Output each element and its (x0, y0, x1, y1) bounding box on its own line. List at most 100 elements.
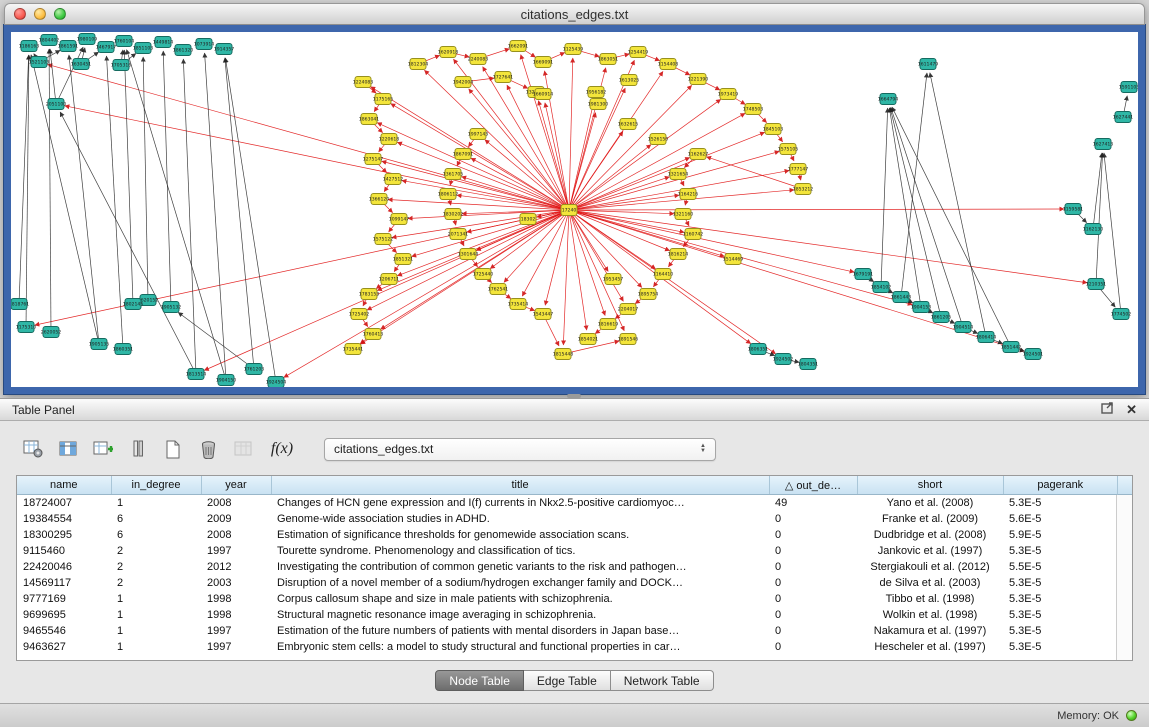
svg-text:1220618: 1220618 (379, 137, 400, 143)
network-window-titlebar[interactable]: citations_edges.txt (4, 3, 1145, 25)
svg-text:1613025: 1613025 (619, 78, 640, 84)
table-mode-icon[interactable] (20, 437, 46, 461)
column-header-5[interactable]: short (857, 476, 1003, 495)
network-canvas-frame: 1724012240831175165186304112206181275147… (4, 25, 1145, 394)
svg-text:1863041: 1863041 (359, 117, 380, 123)
svg-text:1818761: 1818761 (11, 302, 29, 308)
memory-status-label: Memory: OK (1057, 710, 1119, 722)
table-row[interactable]: 1938455462009Genome-wide association stu… (17, 511, 1117, 527)
svg-text:1662091: 1662091 (508, 44, 529, 50)
svg-text:1627441: 1627441 (1113, 115, 1134, 121)
column-header-4[interactable]: △ out_de… (769, 476, 857, 495)
svg-text:1981300: 1981300 (588, 102, 609, 108)
table-row[interactable]: 946554611997Estimation of the future num… (17, 623, 1117, 639)
show-columns-icon[interactable] (55, 437, 81, 461)
svg-text:2240083: 2240083 (468, 57, 489, 63)
svg-text:1905135: 1905135 (89, 342, 110, 348)
svg-text:1669091: 1669091 (533, 60, 554, 66)
svg-text:1160742: 1160742 (683, 232, 704, 238)
svg-text:1816619: 1816619 (598, 322, 619, 328)
svg-text:1973419: 1973419 (718, 92, 739, 98)
svg-text:1526150: 1526150 (648, 137, 669, 143)
minimize-window-button[interactable] (34, 8, 46, 20)
svg-text:1361705: 1361705 (443, 172, 464, 178)
svg-text:18302: 18302 (521, 217, 536, 223)
svg-text:1467917: 1467917 (96, 45, 117, 51)
column-header-2[interactable]: year (201, 476, 271, 495)
svg-text:2071341: 2071341 (448, 232, 469, 238)
svg-text:1154408: 1154408 (658, 62, 679, 68)
svg-text:1159581: 1159581 (1063, 207, 1084, 213)
svg-text:1815448: 1815448 (553, 352, 574, 358)
column-header-0[interactable]: name (17, 476, 111, 495)
column-header-3[interactable]: title (271, 476, 769, 495)
function-builder-icon[interactable]: f(x) (265, 437, 299, 461)
svg-text:1997143: 1997143 (468, 132, 489, 138)
svg-text:1924502: 1924502 (773, 357, 794, 363)
svg-text:17240: 17240 (562, 208, 577, 214)
svg-text:1774502: 1774502 (1111, 312, 1132, 318)
svg-text:1366120: 1366120 (369, 197, 390, 203)
svg-text:1891546: 1891546 (618, 337, 639, 343)
table-row[interactable]: 1872400712008Changes of HCN gene express… (17, 495, 1117, 512)
table-row[interactable]: 1830029562008Estimation of significance … (17, 527, 1117, 543)
svg-text:1206711: 1206711 (379, 277, 400, 283)
svg-text:1632615: 1632615 (618, 122, 639, 128)
column-icon[interactable] (125, 437, 151, 461)
svg-text:1125439: 1125439 (563, 47, 584, 53)
tab-node-table[interactable]: Node Table (435, 670, 524, 691)
close-window-button[interactable] (14, 8, 26, 20)
svg-text:1861320: 1861320 (173, 48, 194, 54)
svg-text:1664794: 1664794 (878, 97, 899, 103)
svg-text:1905132: 1905132 (161, 305, 182, 311)
svg-text:1627413: 1627413 (1093, 142, 1114, 148)
svg-text:1980109: 1980109 (77, 37, 98, 43)
window-traffic-lights (14, 8, 66, 20)
new-table-icon[interactable] (160, 437, 186, 461)
network-graph[interactable]: 1724012240831175165186304112206181275147… (11, 32, 1138, 387)
table-row[interactable]: 2242004622012Investigating the contribut… (17, 559, 1117, 575)
column-header-6[interactable]: pagerank (1003, 476, 1117, 495)
svg-text:1164216: 1164216 (678, 192, 699, 198)
svg-text:1904153: 1904153 (911, 305, 932, 311)
column-header-1[interactable]: in_degree (111, 476, 201, 495)
svg-text:1816214: 1816214 (668, 252, 689, 258)
svg-text:2051100: 2051100 (46, 102, 67, 108)
tab-edge-table[interactable]: Edge Table (524, 670, 611, 691)
svg-text:1760104: 1760104 (114, 39, 135, 45)
svg-text:1162627: 1162627 (688, 152, 709, 158)
zoom-window-button[interactable] (54, 8, 66, 20)
svg-text:1812304: 1812304 (408, 62, 429, 68)
table-row[interactable]: 946362711997Embryonic stem cells: a mode… (17, 639, 1117, 655)
svg-text:1851321: 1851321 (393, 257, 414, 263)
svg-text:1748503: 1748503 (743, 107, 764, 113)
svg-text:1806414: 1806414 (976, 335, 997, 341)
table-row[interactable]: 1456911722003Disruption of a novel membe… (17, 575, 1117, 591)
table-row[interactable]: 977716911998Corpus callosum shape and si… (17, 591, 1117, 607)
create-column-icon[interactable] (90, 437, 116, 461)
float-panel-icon[interactable] (1101, 402, 1114, 417)
close-panel-icon[interactable]: ✕ (1126, 403, 1137, 416)
dropdown-arrows-icon: ▲▼ (700, 444, 706, 454)
svg-text:1735414: 1735414 (508, 302, 529, 308)
svg-text:1942004: 1942004 (453, 80, 474, 86)
scroll-corner (1117, 476, 1132, 495)
svg-text:1760413: 1760413 (363, 332, 384, 338)
svg-text:1806112: 1806112 (438, 192, 459, 198)
delete-table-icon[interactable] (195, 437, 221, 461)
svg-text:1802145: 1802145 (123, 302, 144, 308)
table-selector-dropdown[interactable]: citations_edges.txt ▲▼ (324, 438, 716, 461)
import-table-icon[interactable] (230, 437, 256, 461)
table-row[interactable]: 969969511998Structural magnetic resonanc… (17, 607, 1117, 623)
table-scrollbar[interactable] (1116, 495, 1132, 660)
svg-text:1854102: 1854102 (871, 285, 892, 291)
svg-text:1575122: 1575122 (373, 237, 394, 243)
svg-text:1224083: 1224083 (353, 80, 374, 86)
svg-text:1162130: 1162130 (1083, 227, 1104, 233)
svg-text:1254419: 1254419 (628, 50, 649, 56)
tab-network-table[interactable]: Network Table (611, 670, 714, 691)
table-row[interactable]: 911546021997Tourette syndrome. Phenomeno… (17, 543, 1117, 559)
svg-text:1761203: 1761203 (244, 367, 265, 373)
svg-text:1679191: 1679191 (853, 272, 874, 278)
svg-text:1175310: 1175310 (16, 325, 37, 331)
